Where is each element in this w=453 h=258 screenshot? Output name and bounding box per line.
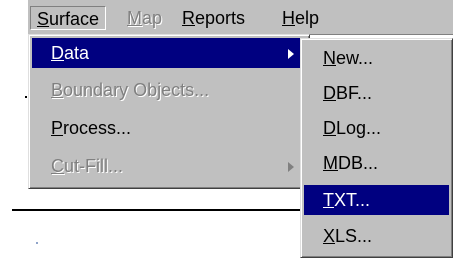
process-label: rocess... <box>63 118 132 138</box>
cut-fill-accel: C <box>51 156 64 176</box>
application-window: Surface Map Reports Help Data Boundary O… <box>0 0 453 258</box>
menu-surface[interactable]: Surface <box>30 6 107 30</box>
background-dot <box>36 242 38 244</box>
new-label: ew... <box>336 48 374 68</box>
boundary-objects-accel: B <box>51 80 64 100</box>
submenu-item-xls[interactable]: XLS... <box>304 221 449 251</box>
boundary-objects-label: oundary Objects... <box>63 80 210 100</box>
dbf-accel: D <box>323 83 336 103</box>
dlog-label: Log... <box>336 118 382 138</box>
txt-accel: T <box>323 190 334 210</box>
menu-help-accel: H <box>282 8 295 28</box>
menu-bar: Surface Map Reports Help <box>28 0 453 35</box>
menu-surface-label: urface <box>49 9 100 29</box>
data-submenu: New... DBF... DLog... MDB... TXT... XLS.… <box>300 38 453 258</box>
menu-reports-label: eports <box>195 8 246 28</box>
surface-menu-item-process[interactable]: Process... <box>32 113 306 143</box>
surface-menu-item-data[interactable]: Data <box>32 38 306 68</box>
submenu-item-txt[interactable]: TXT... <box>304 185 449 215</box>
submenu-arrow-icon <box>288 162 294 172</box>
background-mark <box>25 96 27 98</box>
menu-map-label: ap <box>142 8 163 28</box>
txt-label: XT... <box>334 190 371 210</box>
submenu-item-dbf[interactable]: DBF... <box>304 78 449 108</box>
surface-menu-item-boundary-objects[interactable]: Boundary Objects... <box>32 75 306 105</box>
surface-menu-item-cut-fill[interactable]: Cut-Fill... <box>32 151 306 181</box>
menu-reports[interactable]: Reports <box>176 6 251 30</box>
cut-fill-label: ut-Fill... <box>64 156 124 176</box>
mdb-accel: M <box>323 153 338 173</box>
submenu-item-mdb[interactable]: MDB... <box>304 148 449 178</box>
xls-accel: X <box>323 226 336 246</box>
process-accel: P <box>51 118 64 138</box>
menu-help-label: elp <box>295 8 320 28</box>
menu-reports-accel: R <box>182 8 195 28</box>
data-accel: D <box>51 43 64 63</box>
surface-menu: Data Boundary Objects... Process... Cut-… <box>28 34 310 189</box>
menu-help[interactable]: Help <box>276 6 325 30</box>
dlog-accel: D <box>323 118 336 138</box>
dbf-label: BF... <box>336 83 373 103</box>
submenu-arrow-icon <box>288 49 294 59</box>
mdb-label: DB... <box>338 153 379 173</box>
submenu-item-dlog[interactable]: DLog... <box>304 113 449 143</box>
menu-map-accel: M <box>127 8 142 28</box>
menu-map[interactable]: Map <box>121 6 168 30</box>
new-accel: N <box>323 48 336 68</box>
submenu-item-new[interactable]: New... <box>304 43 449 73</box>
menu-surface-accel: S <box>37 9 50 29</box>
data-label: ata <box>64 43 90 63</box>
xls-label: LS... <box>335 226 373 246</box>
background-line <box>12 209 300 211</box>
